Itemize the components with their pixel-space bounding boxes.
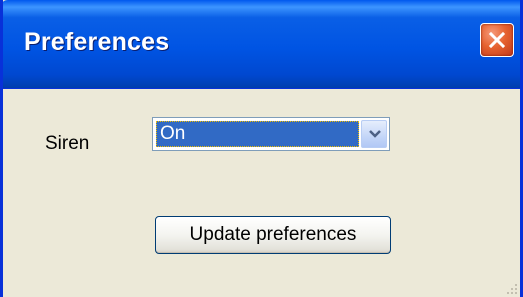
window-title: Preferences	[24, 28, 170, 56]
dropdown-button[interactable]	[361, 120, 387, 148]
siren-label: Siren	[45, 133, 90, 154]
close-icon	[488, 31, 506, 49]
title-bar[interactable]: Preferences	[3, 0, 520, 89]
resize-grip-icon[interactable]	[504, 281, 518, 295]
chevron-down-icon	[369, 130, 381, 138]
close-button[interactable]	[480, 23, 514, 57]
siren-select-value: On	[156, 121, 359, 147]
dialog-content: Siren On Update preferences	[3, 89, 520, 297]
preferences-window: Preferences Siren On Update preferences	[0, 0, 523, 297]
siren-select[interactable]: On	[152, 117, 390, 151]
update-preferences-button[interactable]: Update preferences	[155, 216, 391, 254]
